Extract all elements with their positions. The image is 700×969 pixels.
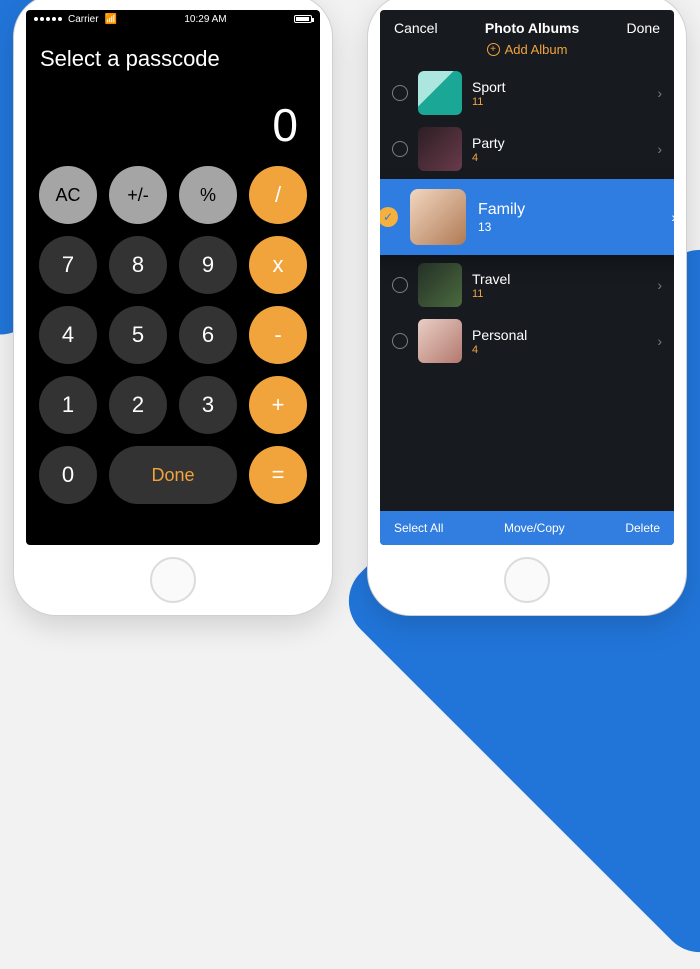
plus-circle-icon: + xyxy=(487,43,500,56)
bottom-toolbar: Select All Move/Copy Delete xyxy=(380,511,674,545)
album-name: Party xyxy=(472,135,647,151)
cancel-button[interactable]: Cancel xyxy=(394,20,438,36)
key-plusminus[interactable]: +/- xyxy=(109,166,167,224)
key-4[interactable]: 4 xyxy=(39,306,97,364)
key-9[interactable]: 9 xyxy=(179,236,237,294)
status-bar: Carrier 📶 10:29 AM xyxy=(26,10,320,28)
key-percent[interactable]: % xyxy=(179,166,237,224)
done-button[interactable]: Done xyxy=(627,20,660,36)
album-thumbnail xyxy=(418,127,462,171)
album-count: 11 xyxy=(472,96,647,108)
radio-icon[interactable] xyxy=(392,141,408,157)
screen-passcode: Carrier 📶 10:29 AM Select a passcode 0 A… xyxy=(26,10,320,545)
battery-icon xyxy=(294,15,312,23)
key-2[interactable]: 2 xyxy=(109,376,167,434)
albums-header: Cancel Photo Albums Done xyxy=(380,10,674,42)
key-0[interactable]: 0 xyxy=(39,446,97,504)
album-row-selected[interactable]: ✓ Family 13 › xyxy=(380,177,674,257)
album-row[interactable]: Personal 4 › xyxy=(380,313,674,369)
chevron-right-icon: › xyxy=(671,209,674,225)
album-name: Personal xyxy=(472,327,647,343)
album-list: Sport 11 › Party 4 › ✓ Fam xyxy=(380,65,674,369)
key-equals[interactable]: = xyxy=(249,446,307,504)
key-add[interactable]: + xyxy=(249,376,307,434)
key-8[interactable]: 8 xyxy=(109,236,167,294)
clock: 10:29 AM xyxy=(184,14,226,25)
select-all-button[interactable]: Select All xyxy=(394,521,443,535)
page-title: Select a passcode xyxy=(26,28,320,72)
chevron-right-icon: › xyxy=(657,85,662,101)
key-3[interactable]: 3 xyxy=(179,376,237,434)
delete-button[interactable]: Delete xyxy=(625,521,660,535)
screen-albums: Cancel Photo Albums Done + Add Album Spo… xyxy=(380,10,674,545)
key-1[interactable]: 1 xyxy=(39,376,97,434)
done-button[interactable]: Done xyxy=(109,446,237,504)
page-title: Photo Albums xyxy=(485,20,579,36)
check-icon: ✓ xyxy=(380,207,398,227)
radio-icon[interactable] xyxy=(392,277,408,293)
album-name: Travel xyxy=(472,271,647,287)
album-thumbnail xyxy=(418,71,462,115)
album-name: Family xyxy=(478,201,659,219)
wifi-icon: 📶 xyxy=(105,14,117,25)
passcode-display: 0 xyxy=(26,72,320,166)
chevron-right-icon: › xyxy=(657,141,662,157)
album-name: Sport xyxy=(472,79,647,95)
album-row[interactable]: Travel 11 › xyxy=(380,257,674,313)
key-multiply[interactable]: x xyxy=(249,236,307,294)
key-subtract[interactable]: - xyxy=(249,306,307,364)
album-row[interactable]: Party 4 › xyxy=(380,121,674,177)
chevron-right-icon: › xyxy=(657,277,662,293)
add-album-label: Add Album xyxy=(505,42,568,57)
signal-icon xyxy=(34,17,62,21)
album-count: 11 xyxy=(472,288,647,300)
phone-frame-left: Carrier 📶 10:29 AM Select a passcode 0 A… xyxy=(14,0,332,615)
phone-frame-right: Cancel Photo Albums Done + Add Album Spo… xyxy=(368,0,686,615)
album-thumbnail xyxy=(418,263,462,307)
album-count: 13 xyxy=(478,220,659,234)
radio-icon[interactable] xyxy=(392,85,408,101)
radio-icon[interactable] xyxy=(392,333,408,349)
calculator-keypad: AC +/- % / 7 8 9 x 4 5 6 - 1 2 3 + xyxy=(26,166,320,504)
home-button[interactable] xyxy=(504,557,550,603)
album-count: 4 xyxy=(472,152,647,164)
album-count: 4 xyxy=(472,344,647,356)
key-5[interactable]: 5 xyxy=(109,306,167,364)
album-thumbnail xyxy=(418,319,462,363)
chevron-right-icon: › xyxy=(657,333,662,349)
key-6[interactable]: 6 xyxy=(179,306,237,364)
home-button[interactable] xyxy=(150,557,196,603)
add-album-button[interactable]: + Add Album xyxy=(380,42,674,65)
move-copy-button[interactable]: Move/Copy xyxy=(504,521,565,535)
key-ac[interactable]: AC xyxy=(39,166,97,224)
key-divide[interactable]: / xyxy=(249,166,307,224)
album-thumbnail xyxy=(410,189,466,245)
carrier-label: Carrier xyxy=(68,14,99,25)
album-row[interactable]: Sport 11 › xyxy=(380,65,674,121)
key-7[interactable]: 7 xyxy=(39,236,97,294)
